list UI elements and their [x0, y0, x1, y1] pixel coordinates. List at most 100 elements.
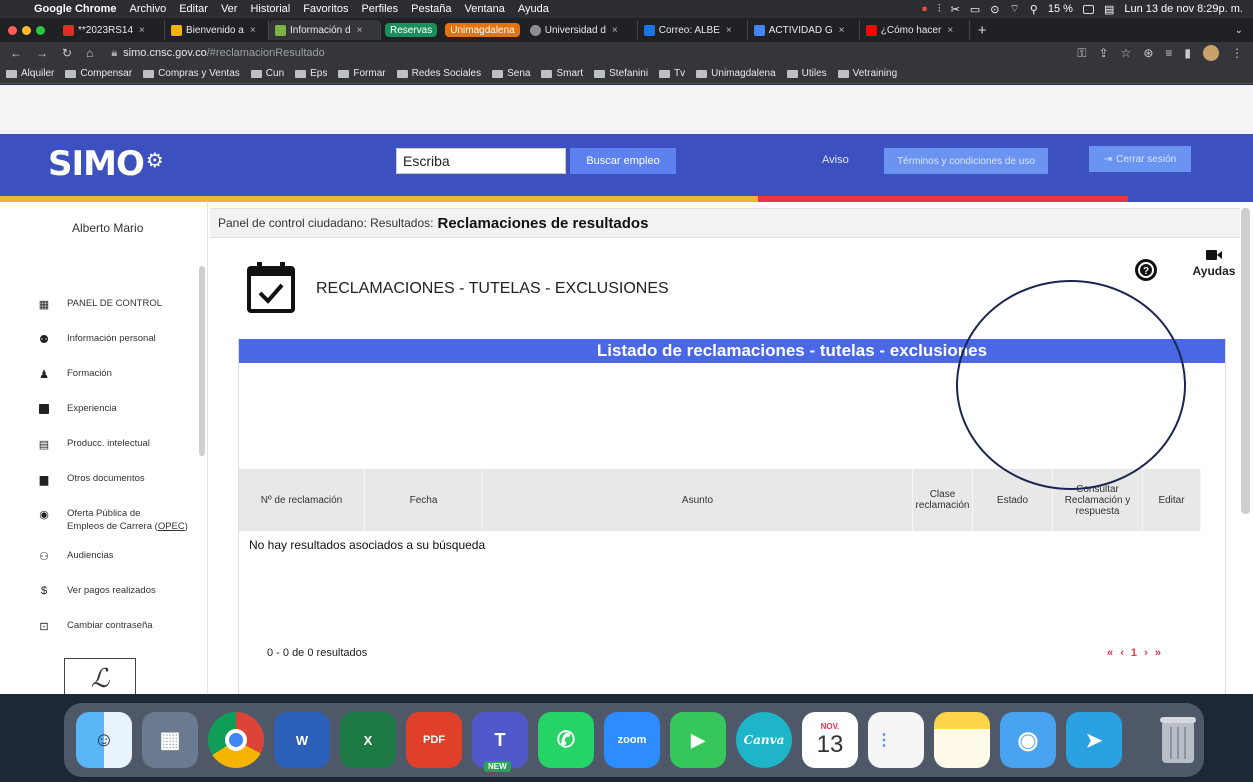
menu-favoritos[interactable]: Favoritos: [303, 3, 348, 15]
sidebar-item-pagos[interactable]: $ Ver pagos realizados: [38, 584, 188, 619]
control-center-icon[interactable]: ▤: [1104, 3, 1114, 16]
zoom-icon[interactable]: zoom: [604, 712, 660, 768]
terms-button[interactable]: Términos y condiciones de uso: [884, 148, 1048, 174]
bookmark-folder[interactable]: Utiles: [786, 68, 827, 79]
last-page-icon[interactable]: »: [1155, 647, 1163, 659]
sidebar-item-produccion-intelectual[interactable]: ▤ Producc. intelectual: [38, 437, 188, 472]
facetime-icon[interactable]: ▶: [670, 712, 726, 768]
excel-icon[interactable]: X: [340, 712, 396, 768]
url-field[interactable]: 🔒︎ simo.cnsc.gov.co/#reclamacionResultado: [111, 47, 324, 60]
simo-logo[interactable]: SIMO ⚙: [48, 144, 164, 184]
column-header-editar[interactable]: Editar: [1143, 469, 1201, 531]
bookmark-star-icon[interactable]: ☆: [1121, 46, 1132, 60]
help-circle-icon[interactable]: ?: [1134, 258, 1158, 282]
calendar-icon[interactable]: NOV. 13: [802, 712, 858, 768]
tab-correo[interactable]: Correo: ALBE ×: [638, 20, 748, 40]
sidebar-scrollbar[interactable]: [199, 266, 205, 456]
menu-ayuda[interactable]: Ayuda: [518, 3, 549, 15]
tab-informacion-active[interactable]: Información d ×: [269, 20, 381, 40]
battery-icon[interactable]: [1082, 4, 1094, 14]
tab-close-icon[interactable]: ×: [250, 25, 256, 36]
trash-icon[interactable]: [1150, 712, 1206, 768]
menu-ventana[interactable]: Ventana: [465, 3, 505, 15]
sidebar-item-informacion-personal[interactable]: ⚉ Información personal: [38, 332, 188, 367]
bookmark-folder[interactable]: Cun: [250, 68, 284, 79]
sidepanel-icon[interactable]: ▮: [1184, 46, 1191, 60]
next-page-icon[interactable]: ›: [1144, 647, 1150, 659]
reload-icon[interactable]: ↻: [62, 46, 72, 60]
flag-icon[interactable]: ●: [921, 3, 928, 15]
bookmark-folder[interactable]: Alquiler: [6, 68, 54, 79]
sidebar-item-opec[interactable]: ◉ Oferta Pública de Empleos de Carrera (…: [38, 507, 188, 549]
menu-editar[interactable]: Editar: [179, 3, 208, 15]
menu-historial[interactable]: Historial: [250, 3, 290, 15]
search-input[interactable]: [396, 148, 566, 174]
bookmark-folder[interactable]: Compensar: [65, 68, 132, 79]
sidebar-item-audiencias[interactable]: ⚇ Audiencias: [38, 549, 188, 584]
search-button[interactable]: Buscar empleo: [570, 148, 676, 174]
bookmark-folder[interactable]: Unimagdalena: [696, 68, 776, 79]
sidebar-item-cambiar-contrasena[interactable]: ⊡ Cambiar contraseña: [38, 619, 188, 654]
audio-icon[interactable]: ⫶: [938, 3, 941, 16]
bookmark-folder[interactable]: Stefanini: [594, 68, 648, 79]
sidebar-item-panel-control[interactable]: ▦ PANEL DE CONTROL: [38, 297, 188, 332]
bookmark-folder[interactable]: Tv: [659, 68, 685, 79]
word-icon[interactable]: W: [274, 712, 330, 768]
tab-search-chevron-icon[interactable]: ⌄: [1235, 25, 1243, 36]
pdf-icon[interactable]: PDF: [406, 712, 462, 768]
tab-close-icon[interactable]: ×: [947, 25, 953, 36]
column-header-clase[interactable]: Clase reclamación: [913, 469, 973, 531]
sidebar-item-formacion[interactable]: ♟ Formación: [38, 367, 188, 402]
tab-gmail[interactable]: **2023RS14 ×: [57, 20, 165, 40]
reminders-icon[interactable]: ⋮: [868, 712, 924, 768]
sidebar-item-experiencia[interactable]: Experiencia: [38, 402, 188, 437]
menu-ver[interactable]: Ver: [221, 3, 238, 15]
canva-icon[interactable]: Canva: [736, 712, 792, 768]
column-header-numero[interactable]: Nº de reclamación: [239, 469, 365, 531]
teams-icon[interactable]: T NEW: [472, 712, 528, 772]
tab-group-unimagdalena[interactable]: Unimagdalena: [445, 23, 520, 37]
app-blue-icon[interactable]: ◉: [1000, 712, 1056, 768]
more-menu-icon[interactable]: ⋮: [1231, 46, 1243, 60]
notes-icon[interactable]: [934, 712, 990, 768]
new-tab-icon[interactable]: +: [978, 22, 987, 39]
tab-universidad[interactable]: Universidad d ×: [524, 20, 638, 40]
tab-como-hacer[interactable]: ¿Cómo hacer ×: [860, 20, 970, 40]
column-header-asunto[interactable]: Asunto: [483, 469, 913, 531]
prev-page-icon[interactable]: ‹: [1120, 647, 1126, 659]
main-scrollbar[interactable]: [1241, 208, 1250, 514]
menu-archivo[interactable]: Archivo: [130, 3, 167, 15]
zoom-window-button[interactable]: [36, 25, 45, 35]
bookmark-folder[interactable]: Smart: [541, 68, 583, 79]
tab-close-icon[interactable]: ×: [839, 25, 845, 36]
telegram-icon[interactable]: ➤: [1066, 712, 1122, 768]
reading-list-icon[interactable]: ≡: [1165, 46, 1172, 60]
bookmark-folder[interactable]: Sena: [492, 68, 530, 79]
wifi-icon[interactable]: ⌔: [1009, 2, 1019, 16]
spotlight-icon[interactable]: ⚲: [1030, 3, 1038, 16]
tab-close-icon[interactable]: ×: [357, 25, 363, 36]
home-icon[interactable]: ⌂: [86, 46, 93, 60]
lock-icon[interactable]: 🔒︎: [111, 47, 117, 59]
tab-close-icon[interactable]: ×: [726, 25, 732, 36]
close-window-button[interactable]: [8, 25, 17, 35]
forward-icon[interactable]: →: [36, 46, 48, 60]
bookmark-folder[interactable]: Redes Sociales: [396, 68, 481, 79]
clock[interactable]: Lun 13 de nov 8:29p. m.: [1124, 3, 1243, 15]
ayudas-button[interactable]: Ayudas: [1188, 250, 1240, 278]
share-icon[interactable]: ⇪: [1098, 46, 1108, 60]
tab-group-reservas[interactable]: Reservas: [385, 23, 438, 37]
column-header-fecha[interactable]: Fecha: [365, 469, 483, 531]
whatsapp-icon[interactable]: ✆: [538, 712, 594, 768]
key-icon[interactable]: ⚿: [1077, 46, 1086, 61]
tools-icon[interactable]: ✂: [951, 3, 960, 16]
menu-pestana[interactable]: Pestaña: [411, 3, 451, 15]
menu-perfiles[interactable]: Perfiles: [361, 3, 398, 15]
sidebar-item-otros-documentos[interactable]: ▆ Otros documentos: [38, 472, 188, 507]
first-page-icon[interactable]: «: [1107, 647, 1115, 659]
menu-app-name[interactable]: Google Chrome: [34, 3, 117, 15]
tab-close-icon[interactable]: ×: [139, 25, 145, 36]
extension-icon[interactable]: ⊛: [1143, 46, 1153, 60]
chrome-icon[interactable]: [208, 712, 264, 768]
back-icon[interactable]: ←: [10, 46, 22, 60]
